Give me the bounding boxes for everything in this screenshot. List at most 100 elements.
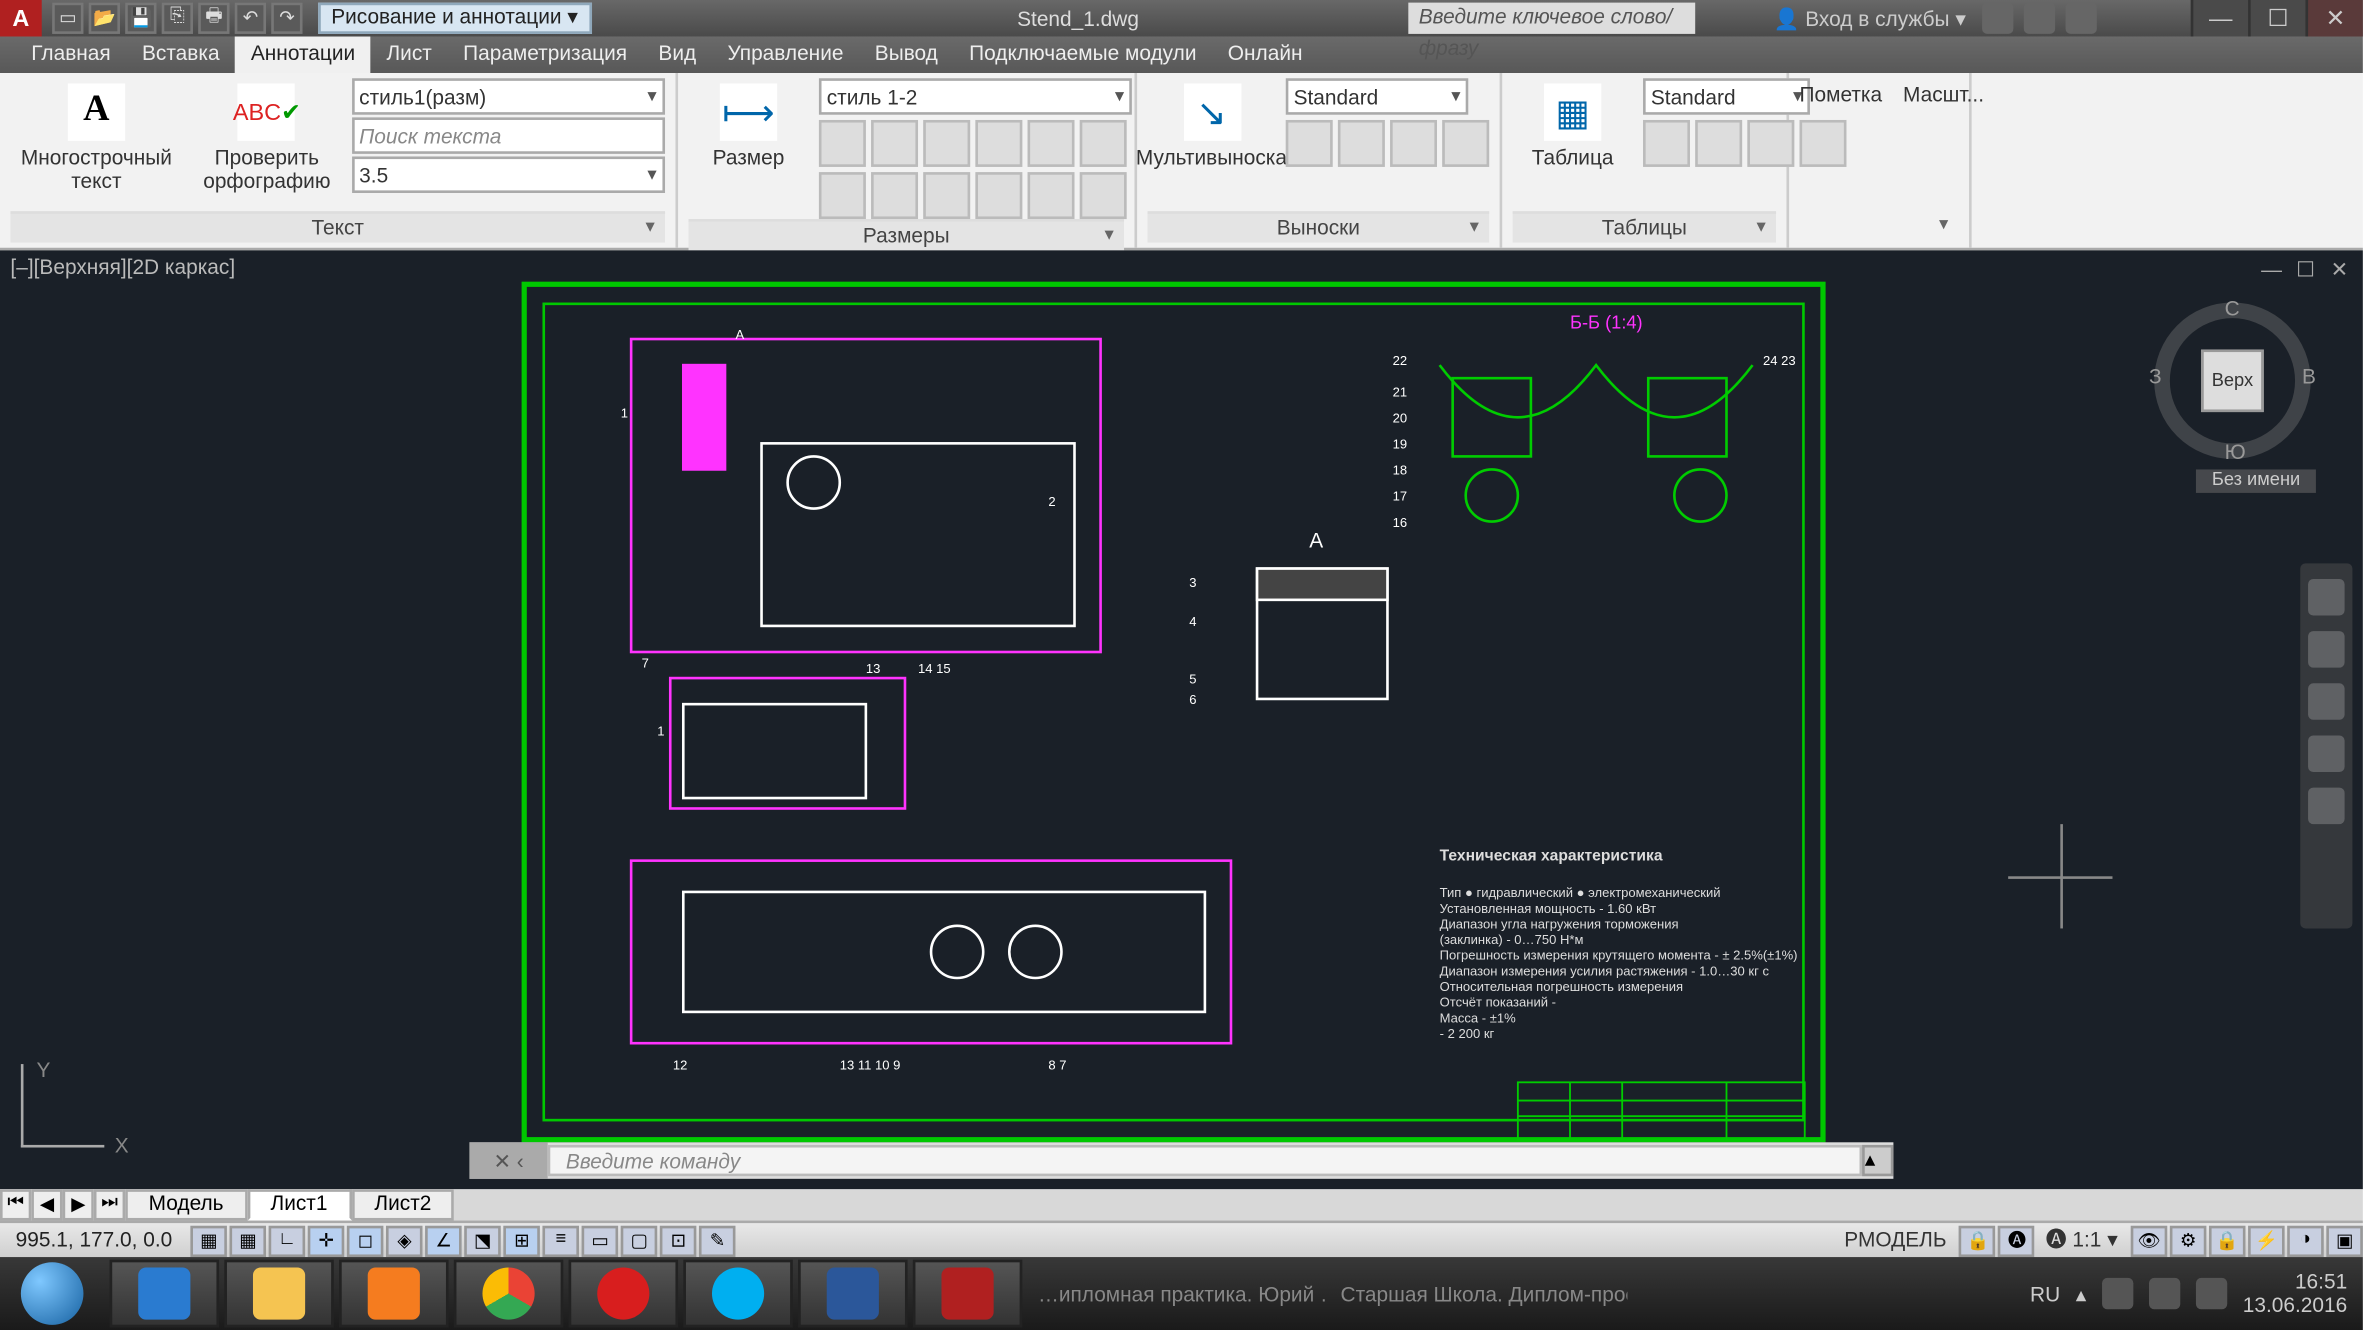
taskbar-skype[interactable] bbox=[683, 1260, 793, 1328]
dim-arc-icon[interactable] bbox=[975, 120, 1022, 167]
otrack-toggle[interactable]: ∠ bbox=[425, 1224, 462, 1255]
isolate-icon[interactable]: ◑ bbox=[2287, 1224, 2324, 1255]
tab-online[interactable]: Онлайн bbox=[1212, 37, 1318, 74]
app-menu-button[interactable]: A bbox=[0, 0, 42, 37]
lock-ui-icon[interactable]: 🔒 bbox=[1960, 1224, 1997, 1255]
snap-toggle[interactable]: ▦ bbox=[191, 1224, 228, 1255]
dim-tolerance-icon[interactable] bbox=[1028, 172, 1075, 219]
taskbar-word[interactable] bbox=[798, 1260, 908, 1328]
stay-connected-icon[interactable] bbox=[2024, 3, 2055, 34]
nav-pan-icon[interactable] bbox=[2308, 631, 2345, 668]
tab-home[interactable]: Главная bbox=[16, 37, 127, 74]
layout-last-icon[interactable]: ⏭ bbox=[94, 1189, 125, 1220]
ribbon-expand-icon[interactable] bbox=[1800, 211, 1959, 242]
command-line[interactable]: ✕ ‹ Введите команду ▴ bbox=[469, 1142, 1893, 1179]
dim-baseline-icon[interactable] bbox=[871, 172, 918, 219]
help-icon[interactable] bbox=[2066, 3, 2097, 34]
dim-continue-icon[interactable] bbox=[819, 172, 866, 219]
taskbar-window2[interactable]: Старшая Школа. Диплом-проект… bbox=[1341, 1282, 1628, 1305]
viewport-close-icon[interactable]: ✕ bbox=[2326, 256, 2352, 282]
tab-annotate[interactable]: Аннотации bbox=[235, 37, 371, 74]
minimize-button[interactable]: ― bbox=[2191, 0, 2248, 37]
toolbar-lock-icon[interactable]: 🔒 bbox=[2209, 1224, 2246, 1255]
qat-plot-icon[interactable]: 🖶 bbox=[198, 3, 229, 34]
scale-button[interactable]: Масшт... bbox=[1903, 83, 1984, 106]
tab-layout[interactable]: Лист bbox=[371, 37, 448, 74]
taskbar-autocad[interactable] bbox=[913, 1260, 1023, 1328]
dim-style-combo[interactable]: стиль 1-2 bbox=[819, 78, 1132, 115]
taskbar-media[interactable] bbox=[339, 1260, 449, 1328]
table-style-combo[interactable]: Standard bbox=[1643, 78, 1810, 115]
tray-show-hidden-icon[interactable]: ▴ bbox=[2076, 1282, 2086, 1305]
leader-style-combo[interactable]: Standard bbox=[1286, 78, 1469, 115]
multileader-button[interactable]: ↘ Мультивыноска bbox=[1148, 78, 1276, 174]
viewcube-north[interactable]: С bbox=[2225, 297, 2240, 320]
maximize-button[interactable]: ☐ bbox=[2248, 0, 2305, 37]
ortho-toggle[interactable]: ∟ bbox=[269, 1224, 306, 1255]
qat-redo-icon[interactable]: ↷ bbox=[271, 3, 302, 34]
leader-remove-icon[interactable] bbox=[1338, 120, 1385, 167]
nav-zoom-icon[interactable] bbox=[2308, 683, 2345, 720]
tab-insert[interactable]: Вставка bbox=[126, 37, 235, 74]
layout-next-icon[interactable]: ▶ bbox=[63, 1189, 94, 1220]
tab-view[interactable]: Вид bbox=[643, 37, 712, 74]
layout-prev-icon[interactable]: ◀ bbox=[31, 1189, 62, 1220]
taskbar-ie[interactable] bbox=[110, 1260, 220, 1328]
cmdline-handle-icon[interactable]: ✕ ‹ bbox=[469, 1142, 547, 1179]
am-toggle[interactable]: ✎ bbox=[699, 1224, 736, 1255]
sign-in-button[interactable]: 👤 Вход в службы ▾ bbox=[1773, 7, 1965, 30]
tab-parametric[interactable]: Параметризация bbox=[447, 37, 642, 74]
leader-add-icon[interactable] bbox=[1286, 120, 1333, 167]
qat-saveas-icon[interactable]: ⎘ bbox=[162, 3, 193, 34]
tab-output[interactable]: Вывод bbox=[859, 37, 953, 74]
sc-toggle[interactable]: ⊡ bbox=[660, 1224, 697, 1255]
dim-aligned-icon[interactable] bbox=[871, 120, 918, 167]
viewcube-west[interactable]: З bbox=[2149, 365, 2162, 388]
multiline-text-button[interactable]: A Многострочный текст bbox=[10, 78, 182, 198]
qat-save-icon[interactable]: 💾 bbox=[125, 3, 156, 34]
dyn-toggle[interactable]: ⊞ bbox=[504, 1224, 541, 1255]
leader-collect-icon[interactable] bbox=[1442, 120, 1489, 167]
dim-angular-icon[interactable] bbox=[923, 120, 970, 167]
start-button[interactable] bbox=[0, 1257, 104, 1330]
qat-open-icon[interactable]: 📂 bbox=[89, 3, 120, 34]
dim-ordinate-icon[interactable] bbox=[923, 172, 970, 219]
taskbar-opera[interactable] bbox=[569, 1260, 679, 1328]
qp-toggle[interactable]: ▢ bbox=[621, 1224, 658, 1255]
nav-showmotion-icon[interactable] bbox=[2308, 788, 2345, 825]
viewcube-east[interactable]: В bbox=[2302, 365, 2316, 388]
nav-orbit-icon[interactable] bbox=[2308, 735, 2345, 772]
panel-text-title[interactable]: Текст bbox=[10, 211, 665, 242]
tray-clock[interactable]: 16:51 13.06.2016 bbox=[2243, 1270, 2347, 1317]
viewcube-south[interactable]: Ю bbox=[2225, 441, 2246, 464]
markup-button[interactable]: Пометка bbox=[1800, 83, 1883, 106]
grid-toggle[interactable]: ▦ bbox=[230, 1224, 267, 1255]
viewcube-ucs-label[interactable]: Без имени bbox=[2196, 469, 2316, 492]
command-input[interactable]: Введите команду bbox=[548, 1145, 1862, 1176]
3dosnap-toggle[interactable]: ◈ bbox=[386, 1224, 423, 1255]
layout-first-icon[interactable]: ⏮ bbox=[0, 1189, 31, 1220]
coordinates-display[interactable]: 995.1, 177.0, 0.0 bbox=[0, 1228, 188, 1251]
dim-diameter-icon[interactable] bbox=[1080, 120, 1127, 167]
text-style-combo[interactable]: стиль1(разм) bbox=[351, 78, 664, 115]
nav-wheel-icon[interactable] bbox=[2308, 579, 2345, 616]
hardware-accel-icon[interactable]: ⚡ bbox=[2248, 1224, 2285, 1255]
table-extract-icon[interactable] bbox=[1643, 120, 1690, 167]
exchange-icon[interactable] bbox=[1982, 3, 2013, 34]
tpy-toggle[interactable]: ▭ bbox=[582, 1224, 619, 1255]
panel-leaders-title[interactable]: Выноски bbox=[1148, 211, 1490, 242]
help-search-input[interactable]: Введите ключевое слово/фразу bbox=[1408, 3, 1695, 34]
taskbar-explorer[interactable] bbox=[224, 1260, 334, 1328]
ws-switch-icon[interactable]: ⚙ bbox=[2170, 1224, 2207, 1255]
table-download-icon[interactable] bbox=[1747, 120, 1794, 167]
drawing-viewport[interactable]: [–][Верхняя][2D каркас] ― ☐ ✕ bbox=[0, 250, 2363, 1189]
layout-tab-model[interactable]: Модель bbox=[125, 1189, 247, 1220]
tab-plugins[interactable]: Подключаемые модули bbox=[954, 37, 1213, 74]
dim-center-icon[interactable] bbox=[1080, 172, 1127, 219]
viewport-maximize-icon[interactable]: ☐ bbox=[2292, 256, 2318, 282]
qat-new-icon[interactable]: ▭ bbox=[52, 3, 83, 34]
cmdline-history-icon[interactable]: ▴ bbox=[1862, 1145, 1893, 1176]
tab-manage[interactable]: Управление bbox=[712, 37, 859, 74]
panel-dim-title[interactable]: Размеры bbox=[689, 219, 1125, 250]
clean-screen-icon[interactable]: ▣ bbox=[2326, 1224, 2363, 1255]
